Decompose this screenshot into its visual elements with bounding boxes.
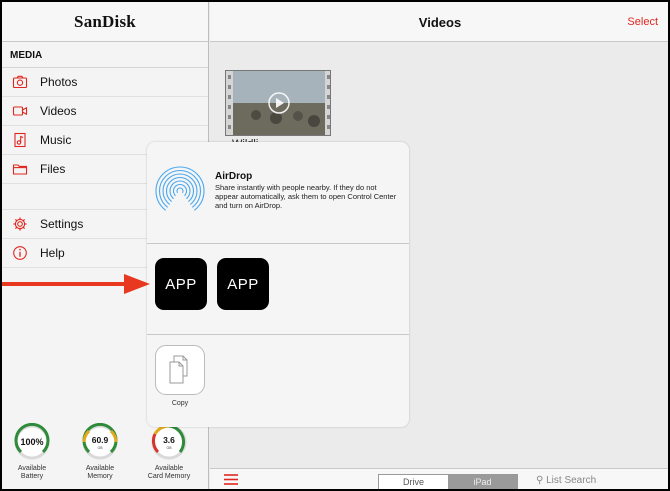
sidebar-item-label: Files <box>40 162 66 176</box>
gauge-label-line: Available <box>85 465 115 472</box>
airdrop-description: Share instantly with people nearby. If t… <box>215 183 397 210</box>
card-memory-gauge: 3.6 GB Available Card Memory <box>139 423 199 481</box>
share-sheet: AirDrop Share instantly with people near… <box>147 142 409 427</box>
gauge-value: 3.6 <box>163 435 175 445</box>
sidebar-header: SanDisk <box>2 2 208 42</box>
camera-icon <box>12 74 28 90</box>
video-thumbnail-image <box>226 71 330 135</box>
gauge-label: Available Card Memory <box>139 465 199 481</box>
storage-gauges: 100% Available Battery 60.9 GB Available… <box>2 417 209 489</box>
gauge-label-line: Available <box>154 465 184 472</box>
gauge-label: Available Memory <box>70 465 130 481</box>
music-icon <box>12 132 28 148</box>
video-thumbnail[interactable] <box>225 70 331 136</box>
share-apps-row: APP APP <box>147 245 409 335</box>
share-app-1[interactable]: APP <box>155 258 207 310</box>
sidebar-item-label: Videos <box>40 104 77 118</box>
gauge-value: 60.9 <box>92 435 109 445</box>
bottom-toolbar: Drive iPad ⚲ List Search <box>210 468 668 489</box>
gauge-label: Available Battery <box>2 465 62 481</box>
gauge-label-line: Memory <box>87 473 113 480</box>
sidebar-item-label: Music <box>40 133 72 147</box>
source-segmented-control: Drive iPad <box>378 474 518 489</box>
info-icon <box>12 245 28 261</box>
gauge-ring-icon: 60.9 GB <box>82 423 118 460</box>
copy-icon <box>169 355 188 384</box>
segment-drive[interactable]: Drive <box>379 475 448 489</box>
sidebar-item-label: Settings <box>40 217 84 231</box>
sandisk-logo: SanDisk <box>74 11 136 31</box>
sidebar-item-label: Help <box>40 246 65 260</box>
sidebar-item-label: Photos <box>40 75 78 89</box>
gauge-label-line: Available <box>17 465 47 472</box>
search-placeholder: List Search <box>546 475 597 486</box>
folder-icon <box>12 161 28 177</box>
airdrop-title: AirDrop <box>215 171 253 182</box>
gear-icon <box>12 216 28 232</box>
gauge-unit: GB <box>166 446 172 450</box>
list-search-field[interactable]: ⚲ List Search <box>536 475 596 486</box>
gauge-value: 100% <box>20 437 43 447</box>
media-section-label: MEDIA <box>2 42 208 68</box>
video-camera-icon <box>12 103 28 119</box>
search-icon: ⚲ <box>536 475 544 486</box>
airdrop-section[interactable]: AirDrop Share instantly with people near… <box>147 142 409 244</box>
main-header: Videos Select <box>210 2 668 42</box>
gauge-ring-icon: 100% <box>14 423 50 460</box>
select-button[interactable]: Select <box>627 16 658 28</box>
share-actions-row: Copy <box>147 336 409 427</box>
share-app-2[interactable]: APP <box>217 258 269 310</box>
battery-gauge: 100% Available Battery <box>2 423 62 481</box>
copy-label: Copy <box>171 400 189 407</box>
gauge-label-line: Battery <box>20 473 44 480</box>
annotation-arrow-icon <box>2 274 150 294</box>
gauge-unit: GB <box>97 446 103 450</box>
menu-icon[interactable] <box>223 472 239 486</box>
app-window: SanDisk MEDIA Photos Videos Music Files <box>0 0 670 491</box>
gauge-label-line: Card Memory <box>147 473 191 480</box>
page-title: Videos <box>418 15 462 30</box>
segment-ipad[interactable]: iPad <box>448 475 517 489</box>
memory-gauge: 60.9 GB Available Memory <box>70 423 130 481</box>
gauge-ring-icon: 3.6 GB <box>151 424 187 460</box>
sidebar-item-photos[interactable]: Photos <box>2 68 208 97</box>
airdrop-icon <box>155 166 205 216</box>
sidebar-item-videos[interactable]: Videos <box>2 97 208 126</box>
copy-button[interactable] <box>155 345 205 395</box>
